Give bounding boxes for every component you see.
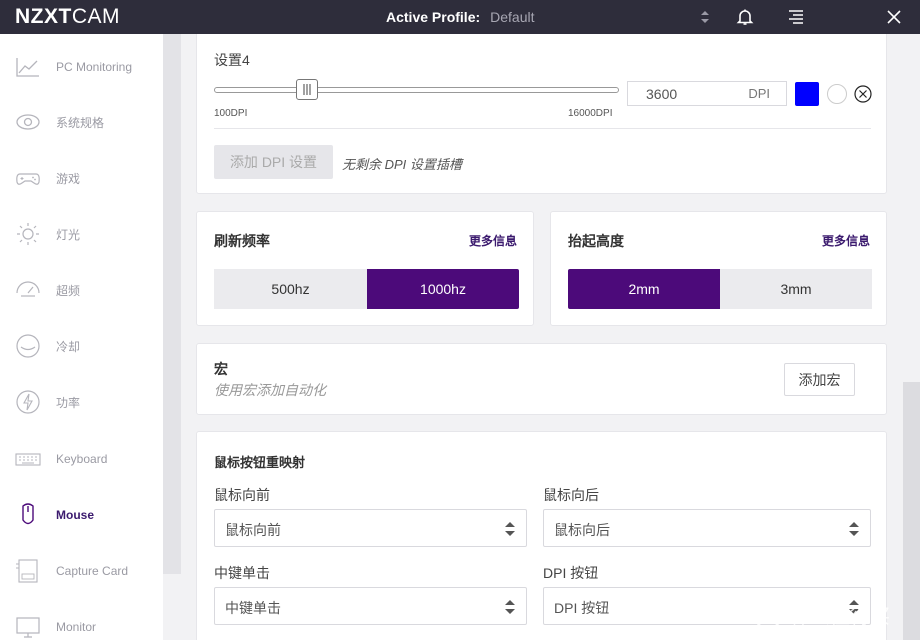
refresh-option-500hz[interactable]: 500hz: [214, 269, 367, 309]
watermark-text: 什么值得买: [790, 603, 890, 628]
gauge-icon: [16, 281, 40, 297]
remap-title: 鼠标按钮重映射: [214, 455, 306, 470]
dpi-setting-label: 设置4: [214, 52, 250, 68]
option-label: 3mm: [780, 281, 812, 297]
no-dpi-slot-note: 无剩余 DPI 设置插槽: [342, 157, 462, 172]
sidebar-item-label: 灯光: [56, 227, 81, 242]
divider: [214, 128, 871, 129]
sidebar-item-label: Mouse: [56, 508, 95, 522]
keyboard-icon: [15, 453, 41, 466]
remap-back-select[interactable]: 鼠标向后: [543, 509, 871, 547]
sidebar-scroll-gutter: [163, 34, 181, 574]
sidebar-item-system-specs[interactable]: 系统规格: [0, 102, 163, 142]
remove-dpi-icon[interactable]: [853, 84, 873, 104]
dpi-slider-handle[interactable]: [296, 79, 319, 100]
mouse-icon: [22, 503, 34, 525]
dpi-color-swatch[interactable]: [795, 82, 819, 106]
remap-dpi-label: DPI 按钮: [543, 565, 599, 581]
remap-middle-label: 中键单击: [214, 565, 270, 581]
sidebar-item-label: Keyboard: [56, 452, 108, 466]
refresh-more-info-link[interactable]: 更多信息: [469, 232, 517, 249]
select-value: 中键单击: [225, 600, 281, 616]
dpi-max-label: 16000DPI: [568, 108, 613, 119]
add-dpi-button-label: 添加 DPI 设置: [229, 154, 318, 170]
add-macro-button[interactable]: 添加宏: [784, 363, 855, 396]
lightning-icon: [16, 390, 40, 414]
watermark: 什么值得买: [752, 596, 917, 632]
sun-icon: [17, 223, 39, 245]
close-icon[interactable]: [884, 7, 904, 27]
watermark-logo-icon: [753, 599, 783, 629]
sidebar-item-label: 功率: [56, 395, 81, 410]
dpi-active-radio[interactable]: [827, 84, 847, 104]
add-macro-button-label: 添加宏: [798, 371, 841, 388]
fan-icon: [16, 334, 40, 358]
profile-label: Active Profile:: [386, 9, 481, 25]
dpi-unit: DPI: [748, 86, 770, 101]
eye-icon: [16, 114, 40, 130]
sidebar: PC Monitoring 系统规格 游戏 灯光 超频 冷却 功率 Keyboa…: [0, 34, 163, 640]
monitor-icon: [16, 617, 40, 638]
sidebar-item-label: 系统规格: [56, 115, 105, 130]
lift-option-2mm[interactable]: 2mm: [568, 269, 720, 309]
dpi-value-field[interactable]: 3600 DPI: [627, 81, 787, 106]
option-label: 1000hz: [420, 281, 466, 297]
macro-title: 宏: [214, 361, 228, 377]
lift-option-3mm[interactable]: 3mm: [720, 269, 872, 309]
lift-height-card: 抬起高度 更多信息 2mm 3mm: [550, 211, 887, 326]
remap-back-label: 鼠标向后: [543, 487, 599, 503]
sidebar-item-mouse[interactable]: Mouse: [0, 495, 163, 535]
select-value: 鼠标向后: [554, 522, 610, 538]
remap-forward-label: 鼠标向前: [214, 487, 270, 503]
sidebar-item-power[interactable]: 功率: [0, 382, 163, 422]
grip-icon: [303, 84, 311, 95]
option-label: 500hz: [271, 281, 310, 297]
sidebar-item-label: 游戏: [56, 171, 81, 186]
bell-icon[interactable]: [735, 7, 755, 27]
sidebar-item-keyboard[interactable]: Keyboard: [0, 439, 163, 479]
sort-arrows-icon: [505, 600, 515, 614]
macro-subtitle: 使用宏添加自动化: [214, 382, 326, 398]
select-value: DPI 按钮: [554, 600, 610, 616]
nzxt-cam-logo: NZXTCAM: [15, 5, 120, 28]
refresh-rate-card: 刷新频率 更多信息 500hz 1000hz: [196, 211, 534, 326]
dpi-slider-track[interactable]: [214, 87, 619, 93]
dpi-min-label: 100DPI: [214, 108, 248, 119]
sidebar-item-label: 超频: [56, 283, 81, 298]
sort-arrows-icon: [849, 522, 859, 536]
sidebar-item-cooling[interactable]: 冷却: [0, 326, 163, 366]
sidebar-item-overclocking[interactable]: 超频: [0, 270, 163, 310]
active-profile[interactable]: Active Profile: Default: [386, 9, 535, 25]
sidebar-item-monitor[interactable]: Monitor: [0, 607, 163, 640]
profile-value: Default: [490, 9, 535, 25]
select-value: 鼠标向前: [225, 522, 281, 538]
sidebar-item-label: 冷却: [56, 339, 81, 354]
title-bar: NZXTCAM Active Profile: Default: [0, 0, 920, 34]
profile-switch-icon[interactable]: [695, 7, 715, 27]
main-content: 设置4 100DPI 16000DPI 3600 DPI 添加 DPI 设置 无…: [181, 34, 903, 640]
menu-icon[interactable]: [786, 7, 806, 27]
add-dpi-button[interactable]: 添加 DPI 设置: [214, 145, 333, 179]
dpi-value: 3600: [646, 86, 678, 102]
refresh-option-1000hz[interactable]: 1000hz: [367, 269, 519, 309]
remap-forward-select[interactable]: 鼠标向前: [214, 509, 527, 547]
option-label: 2mm: [628, 281, 660, 297]
sidebar-item-label: Monitor: [56, 620, 97, 634]
sidebar-item-lighting[interactable]: 灯光: [0, 214, 163, 254]
sidebar-item-pc-monitoring[interactable]: PC Monitoring: [0, 47, 163, 87]
sidebar-item-label: PC Monitoring: [56, 60, 133, 74]
refresh-rate-title: 刷新频率: [214, 233, 270, 249]
capture-card-icon: [16, 559, 38, 583]
sidebar-item-games[interactable]: 游戏: [0, 158, 163, 198]
lift-more-info-link[interactable]: 更多信息: [822, 232, 870, 249]
sidebar-item-label: Capture Card: [56, 564, 129, 578]
lift-height-title: 抬起高度: [568, 233, 624, 249]
dpi-settings-card: 设置4 100DPI 16000DPI 3600 DPI 添加 DPI 设置 无…: [196, 34, 887, 194]
gamepad-icon: [16, 173, 40, 185]
sort-arrows-icon: [505, 522, 515, 536]
macro-card: 宏 使用宏添加自动化 添加宏: [196, 343, 887, 415]
chart-line-icon: [16, 58, 39, 77]
sidebar-item-capture-card[interactable]: Capture Card: [0, 551, 163, 591]
remap-middle-select[interactable]: 中键单击: [214, 587, 527, 625]
